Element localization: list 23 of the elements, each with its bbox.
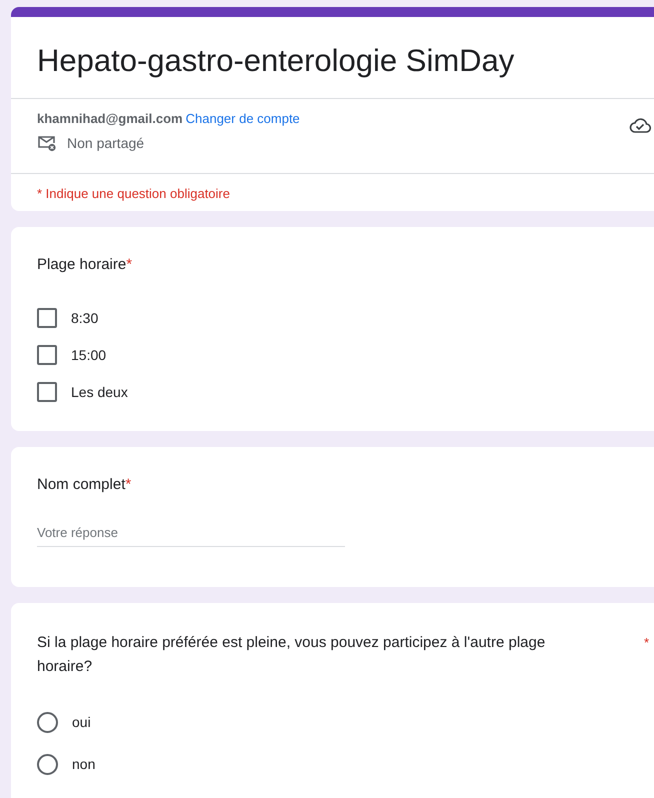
form-title: Hepato-gastro-enterologie SimDay [11,17,654,99]
question-title: Plage horaire [37,255,126,275]
checkbox[interactable] [37,382,57,402]
required-asterisk: * [126,255,132,275]
radio-button[interactable] [37,754,58,774]
option-label: non [72,756,96,772]
required-asterisk: * [644,634,649,652]
question-title: Nom complet [37,475,126,495]
sharing-status: Non partagé [67,135,144,151]
switch-account-link[interactable]: Changer de compte [186,111,300,126]
required-asterisk: * [125,475,132,495]
checkbox[interactable] [37,308,57,328]
question-title: Si la plage horaire préférée est pleine, vous pouvez participez à l'autre plage horaire? [37,633,546,677]
option-label: oui [72,714,91,730]
option-label: 8:30 [71,310,98,326]
mail-blocked-icon [37,134,57,152]
answer-field[interactable]: Votre réponse [37,519,345,547]
checkbox[interactable] [37,344,57,364]
option-label: 15:00 [71,346,106,362]
required-notice: * Indique une question obligatoire [36,185,231,203]
account-email: khamnihad@gmail.com [37,111,183,126]
option-label: Les deux [71,384,128,400]
radio-button[interactable] [37,712,58,732]
